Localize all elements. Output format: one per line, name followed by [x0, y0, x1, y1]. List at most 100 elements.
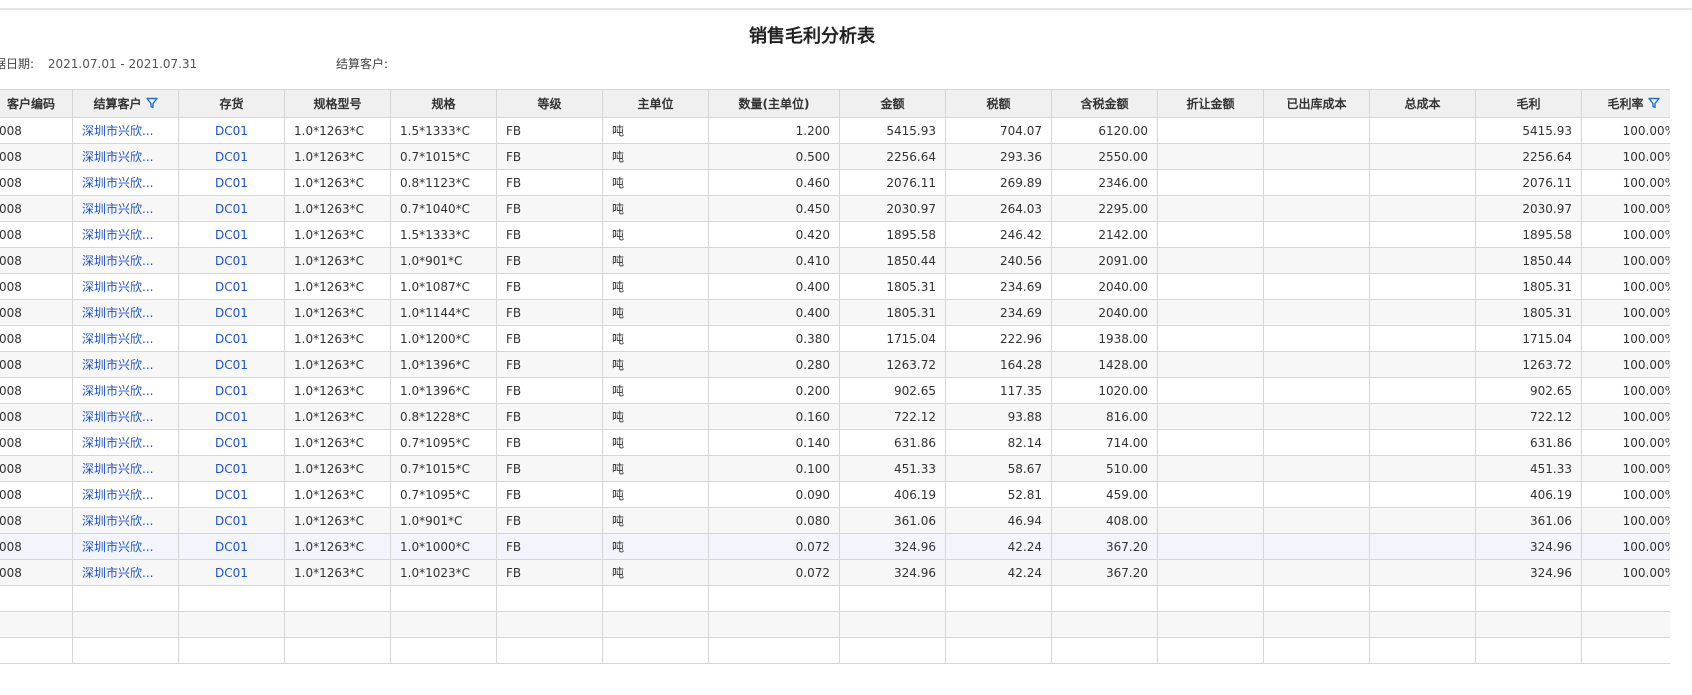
- table-row[interactable]: 008 深圳市兴欣... DC01 1.0*1263*C 0.8*1123*C FB 吨 0.…: [0, 169, 1670, 196]
- cell-inventory[interactable]: DC01: [178, 533, 285, 560]
- table-row[interactable]: 008 深圳市兴欣... DC01 1.0*1263*C 0.7*1095*C FB 吨 0.…: [0, 481, 1670, 508]
- cell-customer[interactable]: 深圳市兴欣...: [72, 559, 179, 586]
- table-row[interactable]: 008 深圳市兴欣... DC01 1.0*1263*C 1.0*1087*C FB 吨 0.…: [0, 273, 1670, 300]
- cell-customer[interactable]: 深圳市兴欣...: [72, 247, 179, 274]
- cell-unit: 吨: [602, 143, 709, 170]
- table-row[interactable]: 008 深圳市兴欣... DC01 1.0*1263*C 0.8*1228*C FB 吨 0.…: [0, 403, 1670, 430]
- cell-customer[interactable]: 深圳市兴欣...: [72, 455, 179, 482]
- table-row[interactable]: 008 深圳市兴欣... DC01 1.0*1263*C 1.5*1333*C FB 吨 1.…: [0, 117, 1670, 144]
- col-header-tax[interactable]: 税额: [945, 89, 1052, 118]
- cell-customer[interactable]: 深圳市兴欣...: [72, 507, 179, 534]
- cell-margin-rate: 100.00%: [1581, 143, 1670, 170]
- cell-unit: 吨: [602, 559, 709, 586]
- col-header-customer-code[interactable]: 客户编码: [0, 89, 73, 118]
- cell-inventory[interactable]: DC01: [178, 117, 285, 144]
- empty-cell: [390, 637, 497, 664]
- table-row[interactable]: 008 深圳市兴欣... DC01 1.0*1263*C 0.7*1095*C FB 吨 0.…: [0, 429, 1670, 456]
- cell-inventory[interactable]: DC01: [178, 169, 285, 196]
- cell-inventory[interactable]: DC01: [178, 377, 285, 404]
- cell-tax: 240.56: [945, 247, 1052, 274]
- table-row[interactable]: 008 深圳市兴欣... DC01 1.0*1263*C 1.0*1396*C FB 吨 0.…: [0, 377, 1670, 404]
- table-row[interactable]: 008 深圳市兴欣... DC01 1.0*1263*C 1.0*1144*C FB 吨 0.…: [0, 299, 1670, 326]
- cell-inventory[interactable]: DC01: [178, 325, 285, 352]
- empty-cell: [839, 637, 946, 664]
- table-row[interactable]: 008 深圳市兴欣... DC01 1.0*1263*C 1.0*1396*C FB 吨 0.…: [0, 351, 1670, 378]
- cell-inventory[interactable]: DC01: [178, 195, 285, 222]
- top-divider: [0, 8, 1692, 10]
- col-header-shipped-cost[interactable]: 已出库成本: [1263, 89, 1370, 118]
- table-row[interactable]: 008 深圳市兴欣... DC01 1.0*1263*C 1.0*901*C FB 吨 0.4…: [0, 247, 1670, 274]
- cell-tax: 246.42: [945, 221, 1052, 248]
- empty-cell: [1581, 611, 1670, 638]
- cell-model: 1.0*1263*C: [284, 559, 391, 586]
- empty-cell: [1263, 611, 1370, 638]
- empty-cell: [602, 611, 709, 638]
- cell-inventory[interactable]: DC01: [178, 247, 285, 274]
- cell-inventory[interactable]: DC01: [178, 403, 285, 430]
- cell-spec: 0.7*1015*C: [390, 455, 497, 482]
- table-row[interactable]: 008 深圳市兴欣... DC01 1.0*1263*C 1.0*1023*C FB 吨 0.…: [0, 559, 1670, 586]
- cell-inventory[interactable]: DC01: [178, 429, 285, 456]
- cell-inventory[interactable]: DC01: [178, 351, 285, 378]
- table-body: 008 深圳市兴欣... DC01 1.0*1263*C 1.5*1333*C FB 吨 1.…: [0, 117, 1670, 664]
- filter-icon[interactable]: [145, 97, 158, 109]
- col-header-grade[interactable]: 等级: [496, 89, 603, 118]
- cell-customer-code: 008: [0, 403, 73, 430]
- col-header-inventory[interactable]: 存货: [178, 89, 285, 118]
- cell-customer[interactable]: 深圳市兴欣...: [72, 299, 179, 326]
- cell-unit: 吨: [602, 429, 709, 456]
- cell-inventory[interactable]: DC01: [178, 221, 285, 248]
- empty-cell: [1475, 611, 1582, 638]
- col-header-customer[interactable]: 结算客户: [72, 89, 179, 118]
- table-row[interactable]: 008 深圳市兴欣... DC01 1.0*1263*C 0.7*1040*C FB 吨 0.…: [0, 195, 1670, 222]
- cell-customer[interactable]: 深圳市兴欣...: [72, 195, 179, 222]
- col-header-model[interactable]: 规格型号: [284, 89, 391, 118]
- table-row[interactable]: 008 深圳市兴欣... DC01 1.0*1263*C 1.0*901*C FB 吨 0.0…: [0, 507, 1670, 534]
- col-header-amount[interactable]: 金额: [839, 89, 946, 118]
- cell-customer[interactable]: 深圳市兴欣...: [72, 403, 179, 430]
- cell-customer[interactable]: 深圳市兴欣...: [72, 533, 179, 560]
- table-row[interactable]: 008 深圳市兴欣... DC01 1.0*1263*C 1.0*1200*C FB 吨 0.…: [0, 325, 1670, 352]
- cell-spec: 1.0*1023*C: [390, 559, 497, 586]
- cell-customer[interactable]: 深圳市兴欣...: [72, 143, 179, 170]
- cell-margin-rate: 100.00%: [1581, 247, 1670, 274]
- table-row[interactable]: 008 深圳市兴欣... DC01 1.0*1263*C 0.7*1015*C FB 吨 0.…: [0, 143, 1670, 170]
- col-header-amount-with-tax[interactable]: 含税金额: [1051, 89, 1158, 118]
- col-header-discount[interactable]: 折让金额: [1157, 89, 1264, 118]
- cell-customer[interactable]: 深圳市兴欣...: [72, 351, 179, 378]
- cell-inventory[interactable]: DC01: [178, 481, 285, 508]
- filter-icon[interactable]: [1647, 97, 1660, 109]
- table-row[interactable]: 008 深圳市兴欣... DC01 1.0*1263*C 1.0*1000*C FB 吨 0.…: [0, 533, 1670, 560]
- cell-inventory[interactable]: DC01: [178, 507, 285, 534]
- cell-inventory[interactable]: DC01: [178, 143, 285, 170]
- cell-quantity: 0.280: [708, 351, 840, 378]
- cell-customer[interactable]: 深圳市兴欣...: [72, 117, 179, 144]
- cell-customer-code: 008: [0, 351, 73, 378]
- cell-customer[interactable]: 深圳市兴欣...: [72, 221, 179, 248]
- cell-shipped-cost: [1263, 195, 1370, 222]
- cell-spec: 1.0*901*C: [390, 247, 497, 274]
- cell-quantity: 1.200: [708, 117, 840, 144]
- col-header-unit[interactable]: 主单位: [602, 89, 709, 118]
- cell-margin-rate: 100.00%: [1581, 221, 1670, 248]
- cell-customer[interactable]: 深圳市兴欣...: [72, 273, 179, 300]
- cell-customer[interactable]: 深圳市兴欣...: [72, 429, 179, 456]
- cell-inventory[interactable]: DC01: [178, 455, 285, 482]
- cell-customer[interactable]: 深圳市兴欣...: [72, 169, 179, 196]
- col-header-quantity[interactable]: 数量(主单位): [708, 89, 840, 118]
- empty-cell: [1051, 637, 1158, 664]
- col-header-total-cost[interactable]: 总成本: [1369, 89, 1476, 118]
- date-range-value[interactable]: 2021.07.01 - 2021.07.31: [48, 57, 197, 71]
- col-header-spec[interactable]: 规格: [390, 89, 497, 118]
- table-row[interactable]: 008 深圳市兴欣... DC01 1.0*1263*C 0.7*1015*C FB 吨 0.…: [0, 455, 1670, 482]
- cell-customer[interactable]: 深圳市兴欣...: [72, 377, 179, 404]
- cell-inventory[interactable]: DC01: [178, 299, 285, 326]
- cell-inventory[interactable]: DC01: [178, 273, 285, 300]
- cell-customer[interactable]: 深圳市兴欣...: [72, 325, 179, 352]
- cell-inventory[interactable]: DC01: [178, 559, 285, 586]
- table-row[interactable]: 008 深圳市兴欣... DC01 1.0*1263*C 1.5*1333*C FB 吨 0.…: [0, 221, 1670, 248]
- col-header-margin-rate[interactable]: 毛利率: [1581, 89, 1670, 118]
- col-header-gross-profit[interactable]: 毛利: [1475, 89, 1582, 118]
- cell-amount: 902.65: [839, 377, 946, 404]
- cell-customer[interactable]: 深圳市兴欣...: [72, 481, 179, 508]
